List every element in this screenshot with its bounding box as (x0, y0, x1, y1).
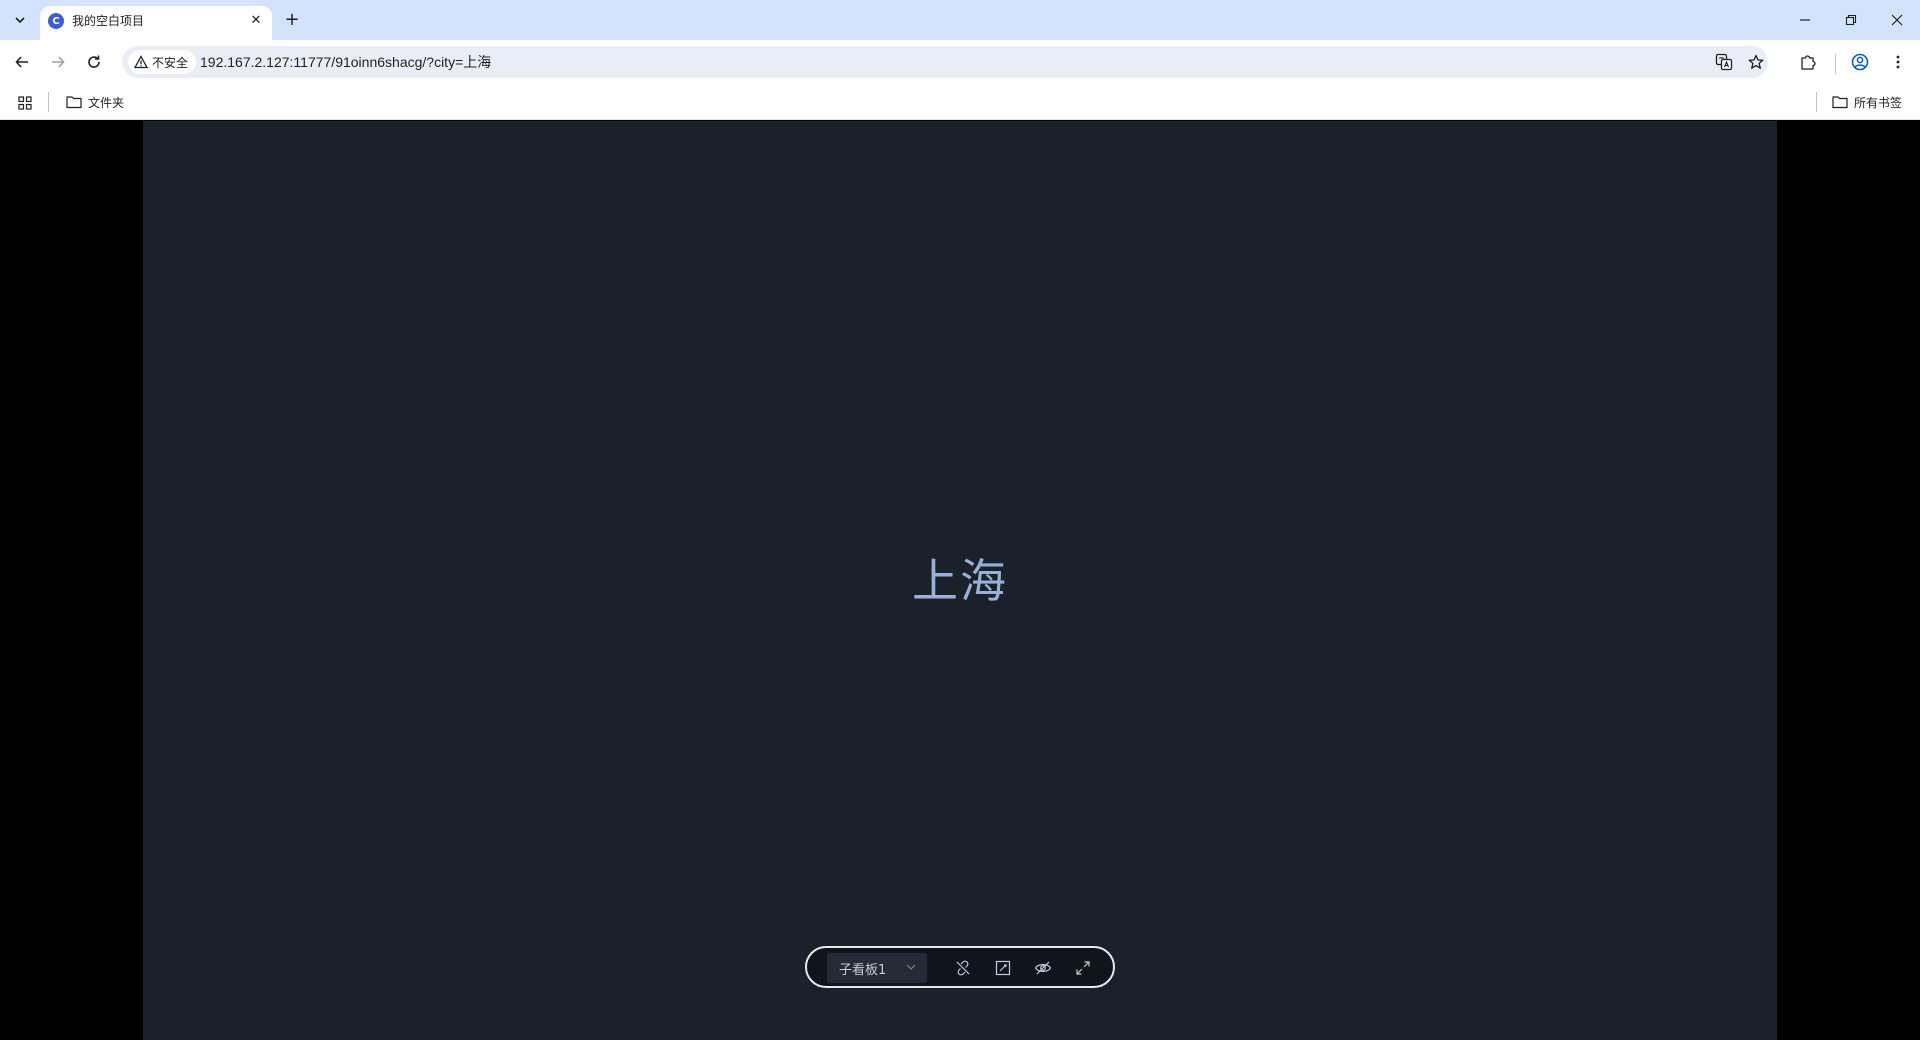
bookmark-star-button[interactable] (1744, 50, 1768, 74)
security-chip[interactable]: 不安全 (128, 50, 197, 74)
dashboard-board: 上海 子看板1 (143, 121, 1777, 1040)
close-icon (1891, 14, 1903, 26)
city-title: 上海 (912, 554, 1008, 608)
tab-strip: C 我的空白项目 ✕ + (0, 0, 1920, 40)
eye-off-icon (1034, 961, 1052, 975)
tab-favicon-icon: C (48, 13, 64, 29)
apps-button[interactable] (14, 92, 36, 114)
folder-icon (1832, 96, 1848, 109)
restore-icon (1845, 14, 1857, 26)
more-vert-icon (1896, 55, 1900, 69)
apps-grid-icon (18, 96, 32, 110)
reload-icon (88, 55, 100, 68)
back-button[interactable] (8, 48, 36, 76)
tab-close-button[interactable]: ✕ (248, 13, 264, 29)
warning-icon (134, 55, 148, 69)
arrow-right-icon (52, 56, 65, 68)
forward-button[interactable] (44, 48, 72, 76)
edit-layout-button[interactable] (993, 958, 1013, 978)
bookmarks-separator (48, 92, 49, 112)
extensions-button[interactable] (1794, 48, 1822, 76)
tab-search-button[interactable] (8, 8, 32, 32)
bookmarks-separator-right (1816, 92, 1817, 112)
menu-button[interactable] (1884, 48, 1912, 76)
star-icon (1748, 54, 1764, 69)
minimize-icon (1800, 19, 1810, 21)
translate-button[interactable] (1712, 50, 1736, 74)
edit-square-icon (995, 960, 1011, 976)
reload-button[interactable] (80, 48, 108, 76)
sub-board-select-value: 子看板1 (839, 962, 887, 978)
tab-title: 我的空白项目 (72, 14, 145, 28)
sub-board-select[interactable]: 子看板1 (827, 953, 927, 983)
bookmarks-bar: 文件夹 所有书签 (0, 84, 1920, 120)
active-tab[interactable]: C 我的空白项目 ✕ (40, 6, 272, 40)
address-bar[interactable]: 不安全 192.167.2.127:11777/91oinn6shacg/?ci… (122, 46, 1768, 78)
translate-icon (1715, 53, 1733, 71)
security-label: 不安全 (152, 55, 189, 70)
close-window-button[interactable] (1874, 0, 1920, 40)
toolbar-divider (1835, 54, 1836, 74)
page-viewport: 上海 子看板1 (0, 121, 1920, 1040)
all-bookmarks-label: 所有书签 (1854, 95, 1903, 110)
profile-button[interactable] (1846, 48, 1874, 76)
minimize-button[interactable] (1782, 0, 1828, 40)
board-control-bar: 子看板1 (805, 946, 1115, 988)
restore-button[interactable] (1828, 0, 1874, 40)
url-text[interactable]: 192.167.2.127:11777/91oinn6shacg/?city=上… (200, 53, 491, 71)
browser-toolbar: 不安全 192.167.2.127:11777/91oinn6shacg/?ci… (0, 40, 1920, 84)
new-tab-button[interactable]: + (280, 8, 304, 32)
chevron-down-icon (906, 964, 916, 970)
visibility-toggle-button[interactable] (1033, 958, 1053, 978)
link-off-icon (956, 960, 970, 976)
fullscreen-button[interactable] (1073, 958, 1093, 978)
folder-icon (66, 96, 82, 109)
bookmark-folder-label: 文件夹 (88, 95, 125, 110)
all-bookmarks-button[interactable]: 所有书签 (1828, 91, 1906, 113)
unlink-button[interactable] (953, 958, 973, 978)
puzzle-icon (1801, 55, 1816, 70)
expand-icon (1076, 961, 1090, 975)
chevron-down-icon (15, 17, 25, 24)
arrow-left-icon (15, 56, 28, 68)
account-icon (1851, 53, 1869, 71)
bookmark-folder[interactable]: 文件夹 (62, 91, 128, 113)
